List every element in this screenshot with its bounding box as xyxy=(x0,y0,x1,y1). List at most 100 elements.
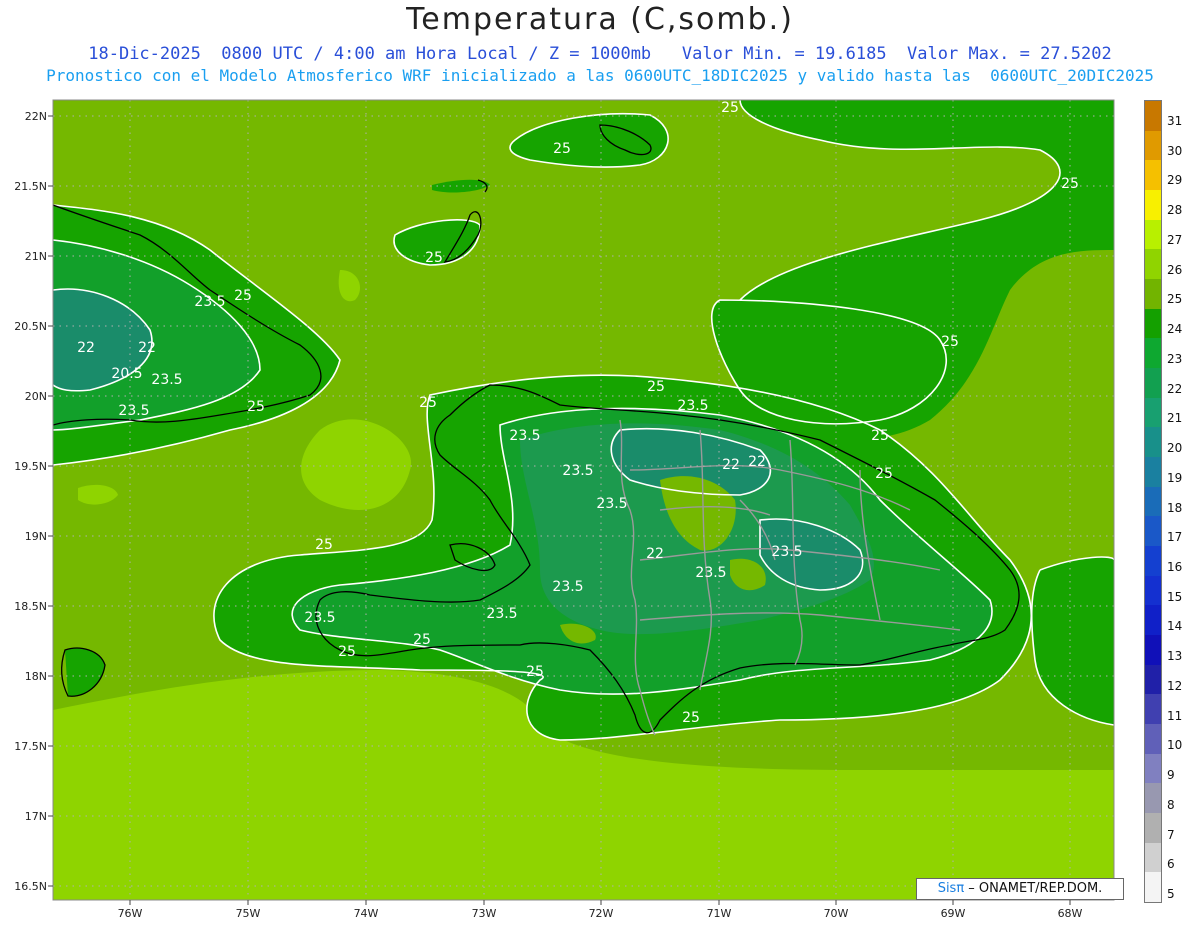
colorbar-label: 25 xyxy=(1167,292,1183,307)
colorbar-label: 14 xyxy=(1167,619,1183,634)
colorbar-label: 22 xyxy=(1167,381,1183,396)
colorbar-label: 23 xyxy=(1167,351,1183,366)
lon-label: 75W xyxy=(236,907,261,920)
contour-label: 25 xyxy=(338,644,356,660)
credit-box: Sisπ – ONAMET/REP.DOM. xyxy=(916,878,1124,900)
contour-label: 23.5 xyxy=(151,372,182,388)
contour-label: 25 xyxy=(315,537,333,553)
colorbar-segment xyxy=(1145,813,1161,843)
contour-label: 23.5 xyxy=(677,398,708,414)
temperature-colorbar xyxy=(1144,100,1162,903)
colorbar-segment xyxy=(1145,308,1161,339)
contour-label: 25 xyxy=(526,664,544,680)
lat-label: 17N xyxy=(25,810,47,823)
lat-label: 21.5N xyxy=(14,180,47,193)
contour-label: 23.5 xyxy=(194,294,225,310)
colorbar-segment xyxy=(1145,279,1161,309)
colorbar-segment xyxy=(1145,338,1161,369)
lon-label: 74W xyxy=(354,907,379,920)
colorbar-label: 12 xyxy=(1167,678,1183,693)
colorbar-segment xyxy=(1145,783,1161,814)
colorbar-label: 21 xyxy=(1167,411,1183,426)
colorbar-segment xyxy=(1145,130,1161,161)
colorbar-segment xyxy=(1145,486,1161,517)
credit-brand: Sisπ xyxy=(937,881,965,896)
contour-label: 25 xyxy=(871,428,889,444)
contour-label: 20.5 xyxy=(111,366,142,382)
lon-label: 76W xyxy=(118,907,143,920)
lat-label: 19.5N xyxy=(14,460,47,473)
lon-label: 73W xyxy=(472,907,497,920)
contour-label: 25 xyxy=(721,100,739,116)
contour-label: 22 xyxy=(722,457,740,473)
colorbar-label: 10 xyxy=(1167,738,1183,753)
colorbar-label: 15 xyxy=(1167,589,1183,604)
contour-label: 22 xyxy=(748,454,766,470)
colorbar-label: 8 xyxy=(1167,797,1175,812)
contour-label: 23.5 xyxy=(509,428,540,444)
colorbar-segment xyxy=(1145,724,1161,754)
colorbar-segment xyxy=(1145,635,1161,665)
contour-label: 25 xyxy=(419,395,437,411)
colorbar-segment xyxy=(1145,101,1161,131)
contour-label: 23.5 xyxy=(552,579,583,595)
colorbar-segment xyxy=(1145,368,1161,398)
contour-label: 23.5 xyxy=(562,463,593,479)
colorbar-segment xyxy=(1145,753,1161,784)
contour-label: 25 xyxy=(553,141,571,157)
lat-label: 17.5N xyxy=(14,740,47,753)
colorbar-label: 6 xyxy=(1167,857,1175,872)
colorbar-label: 28 xyxy=(1167,203,1183,218)
colorbar-segment xyxy=(1145,427,1161,458)
colorbar-label: 16 xyxy=(1167,559,1183,574)
colorbar-label: 17 xyxy=(1167,530,1183,545)
lat-label: 18.5N xyxy=(14,600,47,613)
contour-label: 23.5 xyxy=(596,496,627,512)
colorbar-label: 24 xyxy=(1167,322,1183,337)
contour-label: 23.5 xyxy=(771,544,802,560)
colorbar-label: 19 xyxy=(1167,470,1183,485)
lat-label: 21N xyxy=(25,250,47,263)
lat-label: 18N xyxy=(25,670,47,683)
colorbar-segment xyxy=(1145,160,1161,191)
colorbar-segment xyxy=(1145,516,1161,547)
contour-label: 25 xyxy=(234,288,252,304)
contour-label: 22 xyxy=(646,546,664,562)
lat-label: 20N xyxy=(25,390,47,403)
longitude-labels: 76W 75W 74W 73W 72W 71W 70W 69W 68W xyxy=(118,900,1083,920)
contour-label: 22 xyxy=(138,340,156,356)
colorbar-label: 26 xyxy=(1167,262,1183,277)
contour-label: 25 xyxy=(941,334,959,350)
lon-label: 70W xyxy=(824,907,849,920)
colorbar-segment xyxy=(1145,664,1161,695)
contour-label: 25 xyxy=(413,632,431,648)
contour-label: 25 xyxy=(425,250,443,266)
colorbar-segment xyxy=(1145,457,1161,487)
contour-label: 22 xyxy=(77,340,95,356)
contour-label: 23.5 xyxy=(695,565,726,581)
colorbar-segment xyxy=(1145,219,1161,250)
lat-label: 20.5N xyxy=(14,320,47,333)
contour-label: 23.5 xyxy=(486,606,517,622)
contour-label: 23.5 xyxy=(118,403,149,419)
colorbar-segment xyxy=(1145,694,1161,725)
colorbar-segment xyxy=(1145,546,1161,576)
lon-label: 69W xyxy=(941,907,966,920)
lat-label: 22N xyxy=(25,110,47,123)
latitude-labels: 22N 21.5N 21N 20.5N 20N 19.5N 19N 18.5N 18N 17.5N… xyxy=(14,110,53,893)
contour-label: 25 xyxy=(1061,176,1079,192)
colorbar-label: 30 xyxy=(1167,143,1183,158)
colorbar-segment xyxy=(1145,575,1161,606)
colorbar-label: 13 xyxy=(1167,649,1183,664)
contour-label: 25 xyxy=(875,466,893,482)
colorbar-label: 31 xyxy=(1167,113,1183,128)
contour-label: 23.5 xyxy=(304,610,335,626)
colorbar-segment xyxy=(1145,397,1161,428)
lon-label: 72W xyxy=(589,907,614,920)
colorbar-label: 11 xyxy=(1167,708,1183,723)
colorbar-segment xyxy=(1145,605,1161,636)
colorbar-label: 9 xyxy=(1167,768,1175,783)
lon-label: 68W xyxy=(1058,907,1083,920)
colorbar-label: 20 xyxy=(1167,441,1183,456)
colorbar-segment xyxy=(1145,842,1161,873)
